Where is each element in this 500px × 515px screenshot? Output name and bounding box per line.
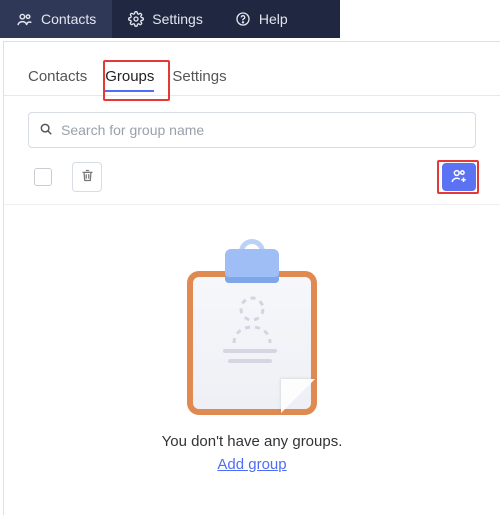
add-group-link[interactable]: Add group: [217, 456, 286, 473]
tab-label: Settings: [172, 68, 226, 85]
add-group-icon: [450, 167, 468, 188]
add-group-button[interactable]: [442, 163, 476, 191]
search-input[interactable]: [61, 122, 465, 138]
empty-illustration: [183, 247, 321, 415]
tab-label: Contacts: [28, 68, 87, 85]
content: Contacts Groups Settings: [3, 41, 500, 515]
topnav-item-settings[interactable]: Settings: [112, 0, 219, 38]
delete-button[interactable]: [72, 162, 102, 192]
tab-contacts[interactable]: Contacts: [28, 68, 87, 95]
trash-icon: [80, 168, 95, 186]
search-icon: [39, 122, 53, 139]
search-bar[interactable]: [28, 112, 476, 148]
empty-message: You don't have any groups.: [162, 433, 343, 450]
topnav-item-help[interactable]: Help: [219, 0, 304, 38]
tab-settings[interactable]: Settings: [172, 68, 226, 95]
topnav-label: Settings: [152, 11, 203, 27]
tab-label: Groups: [105, 68, 154, 85]
divider: [4, 204, 500, 205]
topnav-label: Help: [259, 11, 288, 27]
topnav-right-panel: [340, 0, 500, 38]
topnav-item-contacts[interactable]: Contacts: [0, 0, 112, 38]
gear-icon: [128, 11, 144, 27]
empty-state: You don't have any groups. Add group: [4, 247, 500, 473]
top-nav: Contacts Settings Help: [0, 0, 500, 38]
tab-groups[interactable]: Groups: [105, 68, 154, 95]
contacts-icon: [16, 11, 33, 28]
help-icon: [235, 11, 251, 27]
select-all-checkbox[interactable]: [34, 168, 52, 186]
tabs: Contacts Groups Settings: [4, 42, 500, 96]
topnav-label: Contacts: [41, 11, 96, 27]
groups-toolbar: [28, 162, 476, 192]
